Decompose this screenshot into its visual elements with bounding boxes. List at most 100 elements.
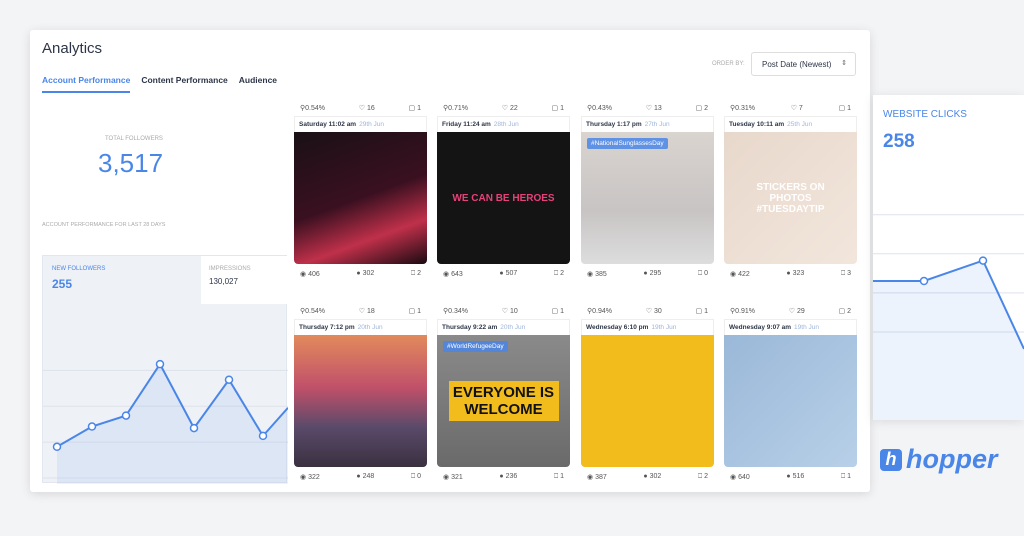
reach: ● 248 (356, 473, 374, 485)
data-point[interactable] (978, 256, 988, 265)
post-engagement-stats: ⚲0.34% ♡ 10 ▢ 1 (437, 307, 570, 319)
reach-value: 507 (505, 270, 518, 277)
reach-value: 236 (505, 473, 518, 480)
post-reach-stats: ◉ 422 ● 323 ⎕ 3 (724, 270, 857, 282)
post-date: 25th Jun (787, 121, 813, 128)
post-time: Wednesday 6:10 pm (586, 324, 649, 331)
period-label: ACCOUNT PERFORMANCE FOR LAST 28 DAYS (42, 222, 166, 228)
post-date: 19th Jun (651, 324, 677, 331)
comments: ▢ 2 (839, 307, 851, 319)
data-point[interactable] (121, 411, 131, 420)
post-engagement-stats: ⚲0.94% ♡ 30 ▢ 1 (581, 307, 714, 319)
post-image[interactable]: STICKERS ON PHOTOS #TUESDAYTIP (724, 132, 857, 264)
post-header: Thursday 1:17 pm 27th Jun (581, 116, 714, 132)
followers-chart: NEW FOLLOWERS 255 IMPRESSIONS 130,027 (42, 255, 288, 484)
engagement-rate: ⚲0.34% (443, 307, 468, 319)
total-followers-value: 3,517 (98, 148, 164, 178)
eye-icon: ◉ (300, 271, 309, 278)
post-date: 19th Jun (794, 324, 819, 331)
data-point[interactable] (224, 375, 234, 384)
comments: ▢ 1 (409, 307, 421, 319)
eye-icon: ◉ (443, 271, 452, 278)
likes: ♡ 18 (359, 307, 375, 319)
heart-icon: ♡ (501, 308, 510, 315)
reach-value: 302 (362, 270, 375, 277)
order-by-select[interactable]: Post Date (Newest) ⇕ (751, 52, 856, 76)
data-point[interactable] (189, 423, 199, 433)
comment-icon: ▢ (408, 308, 418, 315)
reach: ● 302 (643, 473, 661, 485)
post-image[interactable]: WE CAN BE HEROES (437, 132, 570, 264)
comments-value: 1 (560, 308, 564, 315)
chart-area (873, 260, 1024, 420)
post-image[interactable] (724, 335, 857, 467)
image-text: STICKERS ON PHOTOS #TUESDAYTIP (756, 181, 825, 215)
post-card[interactable]: ⚲0.54% ♡ 16 ▢ 1 Saturday 11:02 am 29th Ju… (294, 104, 427, 282)
comments: ▢ 1 (696, 307, 708, 319)
impressions-tab[interactable]: IMPRESSIONS 130,027 (201, 256, 288, 304)
data-point[interactable] (258, 431, 268, 441)
data-point[interactable] (919, 276, 929, 286)
heart-icon: ♡ (790, 105, 799, 112)
reach: ● 302 (356, 270, 374, 282)
post-card[interactable]: ⚲0.54% ♡ 18 ▢ 1 Thursday 7:12 pm 20th Jun… (294, 307, 427, 485)
saves: ⎕ 0 (411, 473, 421, 485)
views: ◉ 643 (443, 270, 463, 282)
saves: ⎕ 2 (554, 270, 564, 282)
eye-icon: ◉ (300, 474, 309, 481)
post-image[interactable] (294, 335, 427, 467)
views-value: 422 (738, 271, 750, 278)
comments: ▢ 1 (552, 104, 564, 116)
saves: ⎕ 0 (698, 270, 708, 282)
data-point[interactable] (52, 442, 62, 452)
engagement-value: 0.31% (735, 105, 755, 112)
likes-value: 10 (509, 308, 518, 315)
eye-icon: ◉ (443, 474, 452, 481)
reach-value: 248 (362, 473, 375, 480)
page-title: Analytics (42, 40, 103, 57)
post-card[interactable]: ⚲0.31% ♡ 7 ▢ 1 Tuesday 10:11 am 25th Jun … (724, 104, 857, 282)
total-followers-label: TOTAL FOLLOWERS (105, 136, 163, 142)
comment-icon: ▢ (695, 308, 705, 315)
data-point[interactable] (155, 359, 165, 369)
post-card[interactable]: ⚲0.94% ♡ 30 ▢ 1 Wednesday 6:10 pm 19th Ju… (581, 307, 714, 485)
new-followers-label: NEW FOLLOWERS (52, 266, 106, 272)
reach: ● 236 (499, 473, 517, 485)
data-point[interactable] (87, 422, 97, 431)
post-card[interactable]: ⚲0.43% ♡ 13 ▢ 2 Thursday 1:17 pm 27th Jun… (581, 104, 714, 282)
comments-value: 1 (704, 308, 708, 315)
likes: ♡ 10 (502, 307, 518, 319)
hopper-logo: h hopper (880, 444, 998, 475)
post-image[interactable] (581, 335, 714, 467)
post-header: Thursday 9:22 am 20th Jun (437, 319, 570, 335)
eye-icon: ◉ (587, 474, 596, 481)
comments-value: 1 (560, 105, 564, 112)
reach: ● 507 (499, 270, 517, 282)
likes-value: 30 (653, 308, 662, 315)
tab-audience[interactable]: Audience (239, 75, 277, 93)
views-value: 643 (451, 271, 463, 278)
post-image[interactable]: #WorldRefugeeDay EVERYONE IS WELCOME (437, 335, 570, 467)
tab-content-performance[interactable]: Content Performance (141, 75, 227, 93)
post-header: Wednesday 9:07 am 19th Jun (724, 319, 857, 335)
image-text: WE CAN BE HEROES (452, 192, 555, 204)
post-image[interactable] (294, 132, 427, 264)
tab-account-performance[interactable]: Account Performance (42, 75, 131, 93)
likes: ♡ 13 (646, 104, 662, 116)
post-card[interactable]: ⚲0.34% ♡ 10 ▢ 1 Thursday 9:22 am 20th Jun… (437, 307, 570, 485)
website-clicks-card: WEBSITE CLICKS 258 (873, 95, 1024, 420)
engagement-value: 0.34% (448, 308, 468, 315)
post-card[interactable]: ⚲0.71% ♡ 22 ▢ 1 Friday 11:24 am 28th Jun … (437, 104, 570, 282)
post-card[interactable]: ⚲0.91% ♡ 29 ▢ 2 Wednesday 9:07 am 19th Ju… (724, 307, 857, 485)
comment-icon: ▢ (695, 105, 705, 112)
saves: ⎕ 1 (554, 473, 564, 485)
saves-value: 2 (560, 270, 564, 277)
saves-value: 0 (704, 270, 708, 277)
post-reach-stats: ◉ 643 ● 507 ⎕ 2 (437, 270, 570, 282)
views-value: 321 (451, 474, 463, 481)
engagement-value: 0.94% (592, 308, 612, 315)
post-header: Wednesday 6:10 pm 19th Jun (581, 319, 714, 335)
saves: ⎕ 2 (698, 473, 708, 485)
post-image[interactable]: #NationalSunglassesDay (581, 132, 714, 264)
order-by-value: Post Date (Newest) (762, 60, 832, 69)
